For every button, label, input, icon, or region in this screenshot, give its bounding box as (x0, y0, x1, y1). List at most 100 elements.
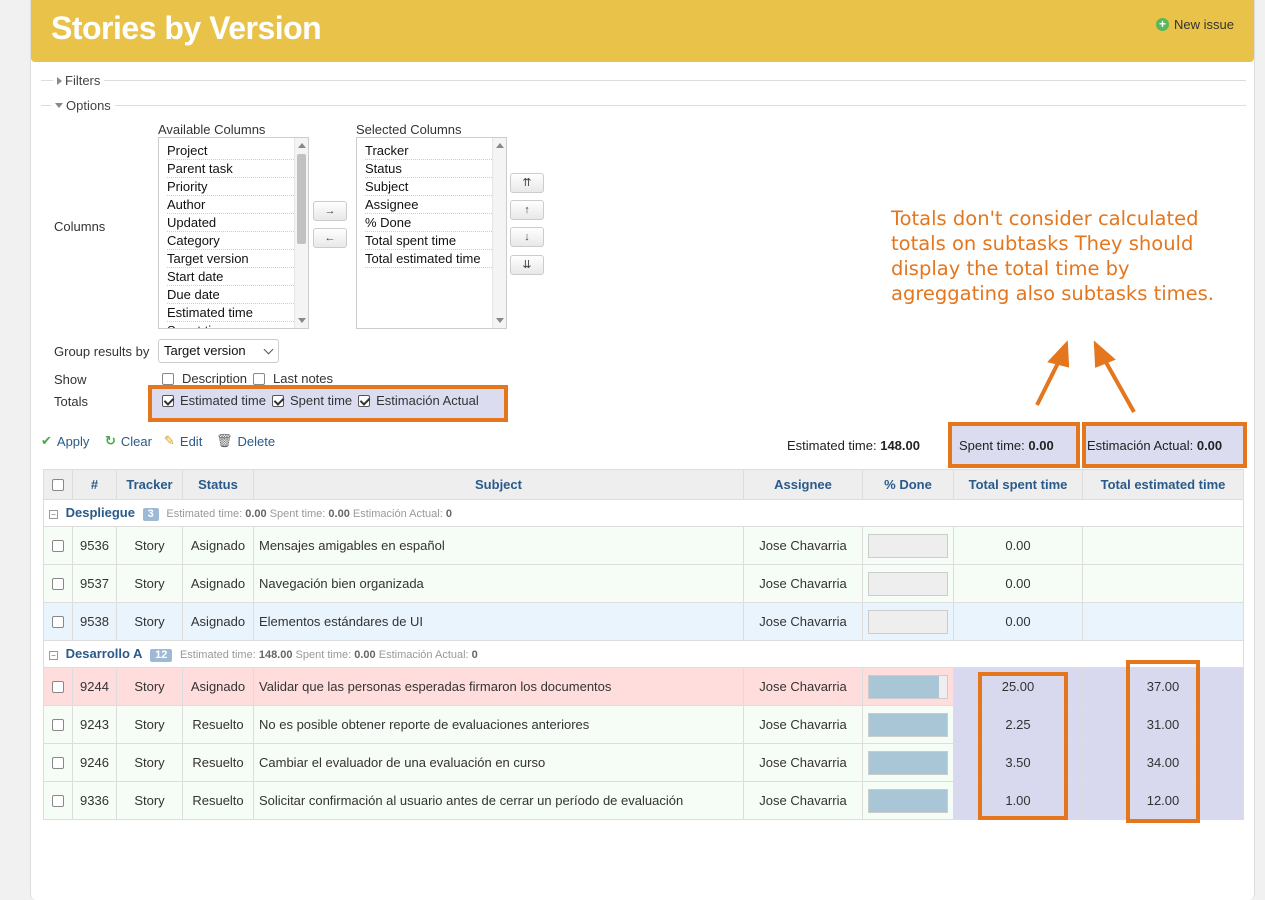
row-checkbox[interactable] (52, 757, 64, 769)
issue-assignee[interactable]: Jose Chavarria (743, 705, 863, 744)
available-option[interactable]: Start date (167, 268, 300, 286)
available-option[interactable]: Category (167, 232, 300, 250)
group-cell: − Desarrollo A 12 Estimated time: 148.00… (43, 640, 1244, 668)
move-top-button[interactable]: ⇈ (510, 173, 544, 193)
new-issue-link[interactable]: + New issue (1156, 17, 1234, 32)
group-row-despliegue: − Despliegue 3 Estimated time: 0.00 Spen… (43, 499, 1244, 527)
move-bottom-button[interactable]: ⇊ (510, 255, 544, 275)
column-header-done[interactable]: % Done (862, 469, 954, 500)
selected-option[interactable]: Total spent time (365, 232, 498, 250)
scroll-down-icon[interactable] (496, 318, 504, 323)
row-checkbox[interactable] (52, 578, 64, 590)
options-toggle[interactable]: Options (51, 98, 115, 113)
group-by-select[interactable]: Target version (158, 339, 279, 363)
selected-columns-scrollbar[interactable] (492, 138, 506, 328)
collapse-icon[interactable]: − (49, 651, 58, 660)
issue-total-spent: 0.00 (953, 526, 1083, 565)
issue-subject[interactable]: Validar que las personas esperadas firma… (253, 667, 744, 706)
row-checkbox[interactable] (52, 540, 64, 552)
available-option[interactable]: Parent task (167, 160, 300, 178)
issue-id[interactable]: 9244 (72, 667, 117, 706)
trash-icon: 🗑 (216, 433, 233, 448)
issue-subject[interactable]: Solicitar confirmación al usuario antes … (253, 781, 744, 820)
available-option[interactable]: Project (167, 142, 300, 160)
row-checkbox[interactable] (52, 616, 64, 628)
available-option[interactable]: Author (167, 196, 300, 214)
issue-assignee[interactable]: Jose Chavarria (743, 526, 863, 565)
row-checkbox[interactable] (52, 795, 64, 807)
available-option[interactable]: Due date (167, 286, 300, 304)
issue-id[interactable]: 9336 (72, 781, 117, 820)
select-all-checkbox[interactable] (52, 479, 64, 491)
clear-link[interactable]: ↻ Clear (105, 433, 152, 449)
table-row[interactable]: 9537 Story Asignado Navegación bien orga… (43, 564, 1244, 603)
progress-fill (869, 713, 947, 736)
move-up-button[interactable]: ↑ (510, 200, 544, 220)
issue-subject[interactable]: Elementos estándares de UI (253, 602, 744, 641)
scroll-up-icon[interactable] (298, 143, 306, 148)
issue-subject[interactable]: Mensajes amigables en español (253, 526, 744, 565)
move-right-button[interactable]: → (313, 201, 347, 221)
selected-option[interactable]: Assignee (365, 196, 498, 214)
description-checkbox[interactable] (162, 372, 174, 385)
group-name[interactable]: Despliegue (66, 505, 135, 520)
column-header-status[interactable]: Status (182, 469, 254, 500)
issue-subject[interactable]: Cambiar el evaluador de una evaluación e… (253, 743, 744, 782)
available-columns-list[interactable]: Project Parent task Priority Author Updated C… (158, 137, 309, 329)
apply-link[interactable]: ✔ Apply (41, 433, 89, 449)
issue-id[interactable]: 9536 (72, 526, 117, 565)
group-count-badge: 3 (142, 508, 159, 521)
scroll-up-icon[interactable] (496, 143, 504, 148)
column-header-subject[interactable]: Subject (253, 469, 744, 500)
issue-subject[interactable]: Navegación bien organizada (253, 564, 744, 603)
selected-option[interactable]: % Done (365, 214, 498, 232)
issue-done (862, 602, 954, 641)
scroll-down-icon[interactable] (298, 318, 306, 323)
show-options: Description Last notes (162, 371, 333, 386)
selected-option[interactable]: Total estimated time (365, 250, 498, 268)
selected-columns-list[interactable]: Tracker Status Subject Assignee% Done Total … (356, 137, 507, 329)
scroll-thumb[interactable] (297, 154, 306, 244)
group-est-label: Estimated time: (166, 508, 243, 520)
issue-assignee[interactable]: Jose Chavarria (743, 564, 863, 603)
collapse-icon[interactable]: − (49, 510, 58, 519)
filters-toggle[interactable]: Filters (53, 73, 105, 88)
issue-assignee[interactable]: Jose Chavarria (743, 602, 863, 641)
selected-option[interactable]: Subject (365, 178, 498, 196)
available-option[interactable]: Target version (167, 250, 300, 268)
issue-assignee[interactable]: Jose Chavarria (743, 667, 863, 706)
delete-link[interactable]: 🗑 Delete (216, 433, 275, 449)
issue-tracker: Story (116, 602, 183, 641)
column-header-id[interactable]: # (72, 469, 117, 500)
issue-id[interactable]: 9537 (72, 564, 117, 603)
column-header-tracker[interactable]: Tracker (116, 469, 183, 500)
edit-link[interactable]: ✎ Edit (164, 433, 202, 449)
available-option[interactable]: Spent time (167, 322, 300, 328)
selected-option[interactable]: Status (365, 160, 498, 178)
row-checkbox[interactable] (52, 681, 64, 693)
group-name[interactable]: Desarrollo A (66, 646, 143, 661)
issue-assignee[interactable]: Jose Chavarria (743, 781, 863, 820)
issue-subject[interactable]: No es posible obtener reporte de evaluac… (253, 705, 744, 744)
row-checkbox[interactable] (52, 719, 64, 731)
available-option[interactable]: Updated (167, 214, 300, 232)
column-header-assignee[interactable]: Assignee (743, 469, 863, 500)
available-option[interactable]: Priority (167, 178, 300, 196)
available-columns-scrollbar[interactable] (294, 138, 308, 328)
column-header-total-estimated[interactable]: Total estimated time (1082, 469, 1244, 500)
last-notes-checkbox[interactable] (253, 372, 266, 385)
issue-assignee[interactable]: Jose Chavarria (743, 743, 863, 782)
move-down-button[interactable]: ↓ (510, 227, 544, 247)
issue-id[interactable]: 9243 (72, 705, 117, 744)
issue-id[interactable]: 9246 (72, 743, 117, 782)
table-row[interactable]: 9536 Story Asignado Mensajes amigables e… (43, 526, 1244, 565)
selected-option[interactable]: Tracker (365, 142, 498, 160)
move-left-button[interactable]: ← (313, 228, 347, 248)
issue-status: Resuelto (182, 743, 254, 782)
row-select (43, 602, 73, 641)
available-option[interactable]: Estimated time (167, 304, 300, 322)
table-row[interactable]: 9538 Story Asignado Elementos estándares… (43, 602, 1244, 641)
column-header-total-spent[interactable]: Total spent time (953, 469, 1083, 500)
group-spent-label: Spent time: (269, 508, 326, 520)
issue-id[interactable]: 9538 (72, 602, 117, 641)
